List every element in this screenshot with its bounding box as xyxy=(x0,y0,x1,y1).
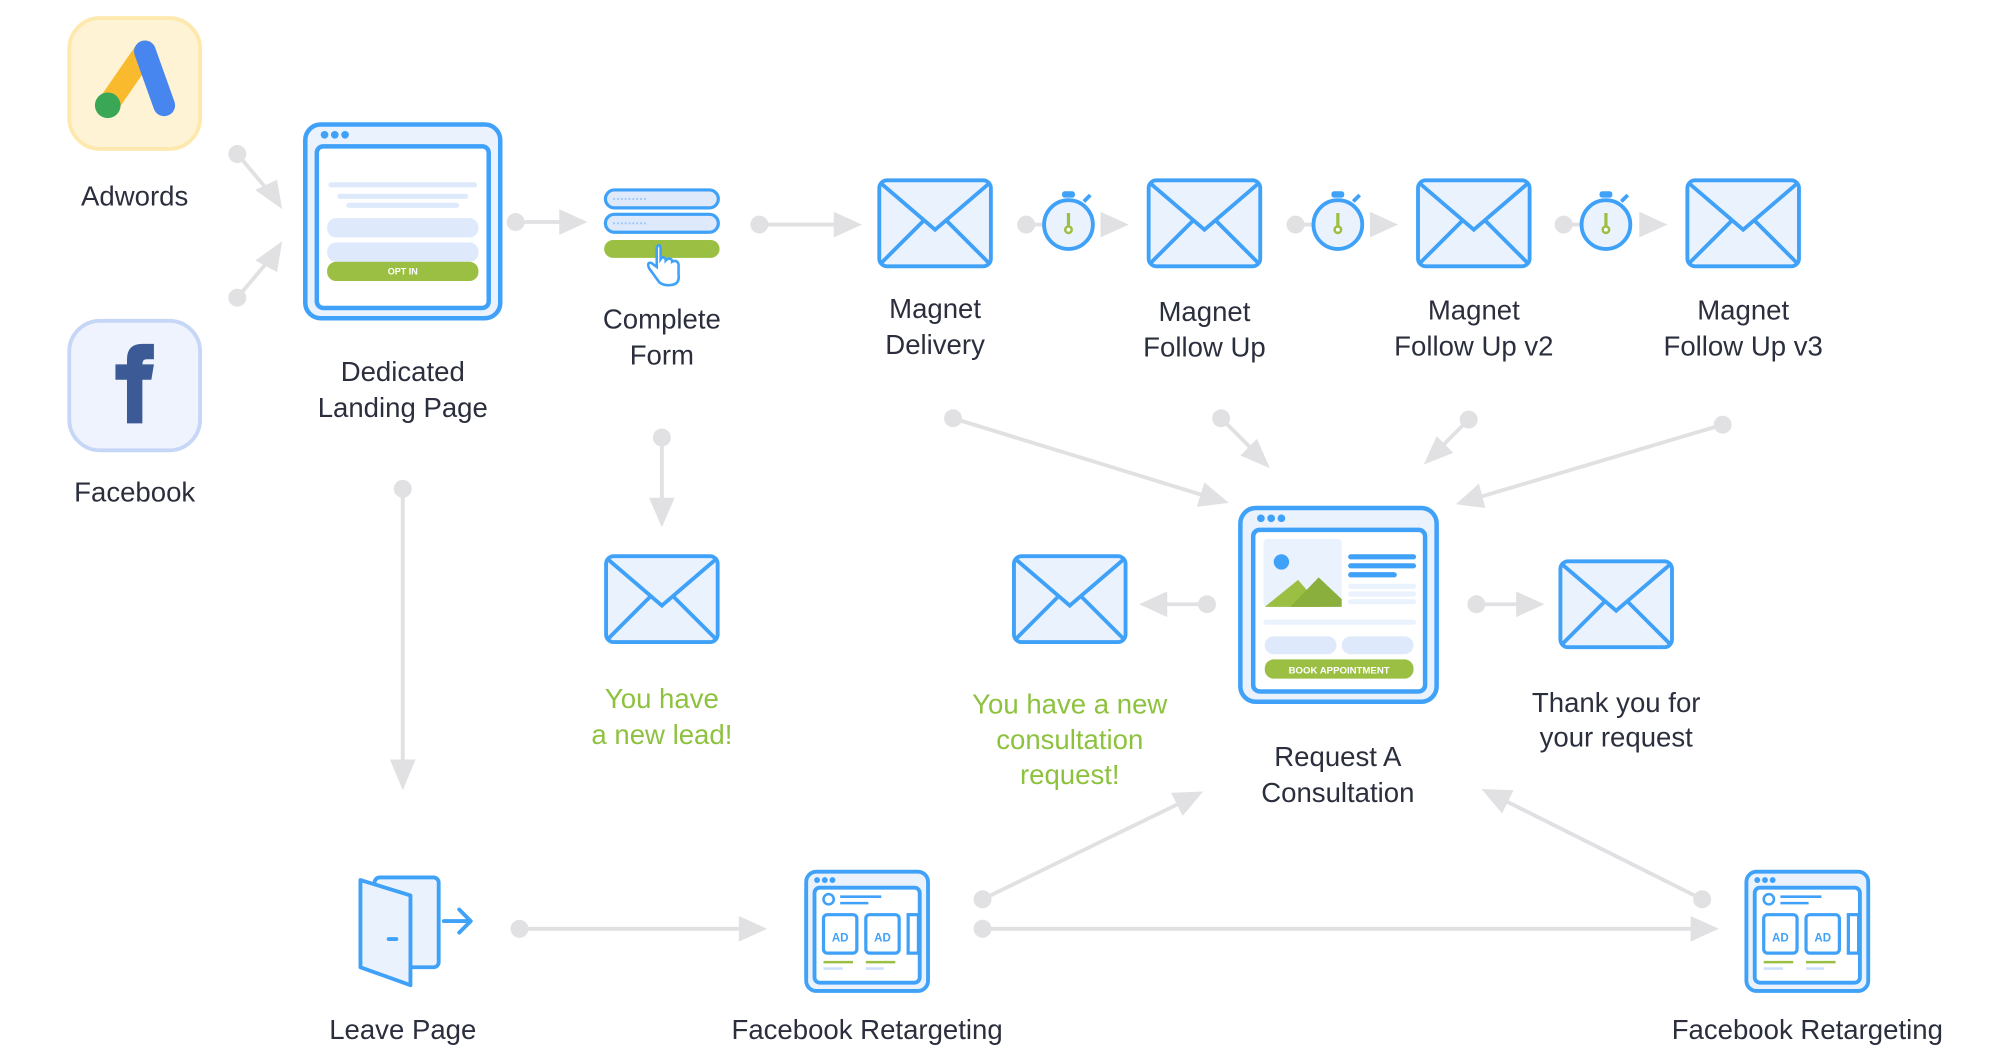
form-label-line1: Complete xyxy=(603,303,721,334)
stopwatch-icon xyxy=(1042,189,1095,251)
facebook-logo-icon xyxy=(67,318,203,453)
envelope-icon xyxy=(604,554,720,645)
form-label-line2: Form xyxy=(630,339,694,370)
form-click-icon xyxy=(603,188,720,287)
request-consultation-node: BOOK APPOINTMENT Request A Consultation xyxy=(1238,505,1439,808)
magnet-delivery-node: Magnet Delivery xyxy=(877,178,993,360)
complete-form-node: Complete Form xyxy=(603,188,721,370)
follow2-label-line1: Magnet xyxy=(1428,294,1520,325)
envelope-icon xyxy=(1012,554,1128,645)
facebook-retargeting-node-2: AD AD Facebook Retargeting xyxy=(1672,869,1943,1045)
lead-label-line1: You have xyxy=(605,683,719,714)
ad-label: AD xyxy=(832,933,849,945)
adwords-label: Adwords xyxy=(81,180,188,211)
consult-notice-line1: You have a new xyxy=(972,688,1167,719)
follow1-label-line2: Follow Up xyxy=(1143,332,1266,363)
facebook-node: Facebook xyxy=(67,318,203,508)
retargeting-label: Facebook Retargeting xyxy=(1672,1014,1943,1045)
follow3-label-line1: Magnet xyxy=(1697,294,1789,325)
consult-notice-line2: consultation xyxy=(996,724,1143,755)
stopwatch-icon xyxy=(1579,189,1633,251)
browser-page-icon xyxy=(303,122,503,321)
envelope-icon xyxy=(1416,178,1532,269)
ad-page-icon xyxy=(1744,869,1871,993)
facebook-retargeting-node: AD AD Facebook Retargeting xyxy=(731,869,1003,1045)
magnet-follow-up-v3-node: Magnet Follow Up v3 xyxy=(1664,178,1823,361)
consultation-label-line2: Consultation xyxy=(1261,777,1414,808)
google-ads-logo-icon xyxy=(67,16,203,151)
opt-in-button-label: OPT IN xyxy=(388,267,418,277)
consultation-label-line1: Request A xyxy=(1274,741,1402,772)
follow3-label-line2: Follow Up v3 xyxy=(1664,330,1823,361)
ad-page-icon xyxy=(804,869,930,993)
envelope-icon xyxy=(877,178,993,269)
ad-label: AD xyxy=(874,933,891,945)
ad-label: AD xyxy=(1772,933,1789,945)
delivery-label-line1: Magnet xyxy=(889,293,981,324)
landing-page-node: OPT IN Dedicated Landing Page xyxy=(303,122,503,423)
stopwatch-icon xyxy=(1311,189,1365,251)
lead-label-line2: a new lead! xyxy=(591,719,732,750)
landing-label-line1: Dedicated xyxy=(341,356,465,387)
funnel-diagram: Adwords Facebook OPT IN Dedicated Landin… xyxy=(67,16,1943,1045)
magnet-follow-up-node: Magnet Follow Up xyxy=(1143,178,1266,363)
retargeting-label: Facebook Retargeting xyxy=(731,1014,1002,1045)
facebook-label: Facebook xyxy=(74,477,195,508)
envelope-icon xyxy=(1558,559,1674,650)
follow1-label-line1: Magnet xyxy=(1158,296,1250,327)
adwords-node: Adwords xyxy=(67,16,203,211)
landing-label-line2: Landing Page xyxy=(318,392,488,423)
ad-label: AD xyxy=(1814,933,1831,945)
thanks-label-line1: Thank you for xyxy=(1532,687,1701,718)
leave-page-label: Leave Page xyxy=(329,1014,476,1045)
consultation-notice-node: You have a new consultation request! xyxy=(972,554,1167,790)
follow2-label-line2: Follow Up v2 xyxy=(1394,330,1553,361)
new-lead-node: You have a new lead! xyxy=(591,554,732,750)
magnet-follow-up-v2-node: Magnet Follow Up v2 xyxy=(1394,178,1553,361)
door-exit-icon xyxy=(358,875,473,988)
envelope-icon xyxy=(1146,178,1263,269)
thanks-label-line2: your request xyxy=(1540,722,1694,753)
book-appointment-button-label: BOOK APPOINTMENT xyxy=(1289,666,1390,677)
thank-you-node: Thank you for your request xyxy=(1532,559,1701,753)
consult-notice-line3: request! xyxy=(1020,759,1120,790)
envelope-icon xyxy=(1685,178,1801,269)
leave-page-node: Leave Page xyxy=(329,875,476,1045)
delivery-label-line2: Delivery xyxy=(885,329,985,360)
